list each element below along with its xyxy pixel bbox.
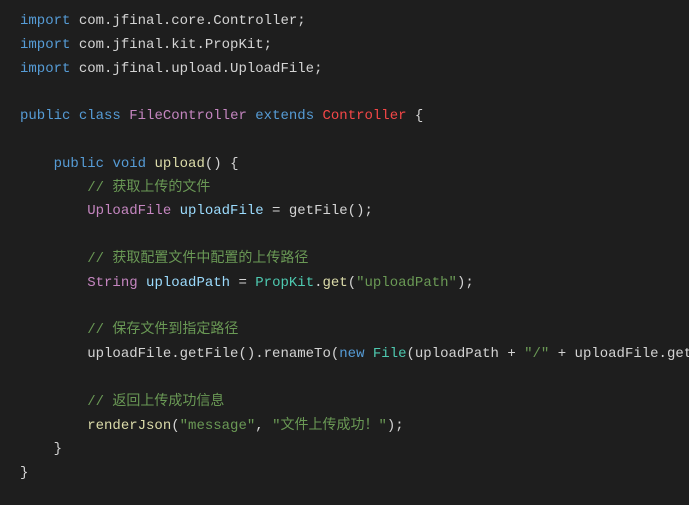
keyword-class: class [79, 108, 121, 124]
type-name: UploadFile [87, 203, 171, 219]
code-line-7: public void upload() { [20, 153, 669, 177]
paren-open: ( [171, 418, 179, 434]
class-ref: PropKit [255, 275, 314, 291]
indent [20, 275, 87, 291]
brace: { [407, 108, 424, 124]
comma: , [255, 418, 272, 434]
keyword-import: import [20, 13, 70, 29]
code-line-11: // 获取配置文件中配置的上传路径 [20, 248, 669, 272]
indent [20, 251, 87, 267]
code-line-2: import com.jfinal.kit.PropKit; [20, 34, 669, 58]
brace: } [54, 441, 62, 457]
code-line-9: UploadFile uploadFile = getFile(); [20, 200, 669, 224]
equals: = [230, 275, 255, 291]
code-line-14: // 保存文件到指定路径 [20, 319, 669, 343]
indent [20, 156, 54, 172]
keyword-new: new [339, 346, 364, 362]
blank-line [20, 129, 669, 153]
code-line-17: // 返回上传成功信息 [20, 391, 669, 415]
class-name: FileController [129, 108, 247, 124]
paren-close: ); [387, 418, 404, 434]
variable-name: uploadFile [180, 203, 264, 219]
indent [20, 322, 87, 338]
keyword-public: public [54, 156, 104, 172]
package-path: com.jfinal.core.Controller; [79, 13, 306, 29]
comment: // 获取上传的文件 [87, 180, 210, 196]
blank-line [20, 224, 669, 248]
comment: // 保存文件到指定路径 [87, 322, 238, 338]
paren-open: ( [348, 275, 356, 291]
method-name: upload [154, 156, 204, 172]
params: () { [205, 156, 239, 172]
code-line-5: public class FileController extends Cont… [20, 105, 669, 129]
keyword-import: import [20, 61, 70, 77]
string-literal: "/" [524, 346, 549, 362]
code-line-20: } [20, 462, 669, 486]
indent [20, 441, 54, 457]
superclass-name: Controller [323, 108, 407, 124]
paren-close: ); [457, 275, 474, 291]
keyword-import: import [20, 37, 70, 53]
blank-line [20, 81, 669, 105]
package-path: com.jfinal.upload.UploadFile; [79, 61, 323, 77]
code-editor: import com.jfinal.core.Controller; impor… [20, 10, 669, 486]
keyword-extends: extends [255, 108, 314, 124]
method-call: renderJson [87, 418, 171, 434]
string-literal: "uploadPath" [356, 275, 457, 291]
code-line-12: String uploadPath = PropKit.get("uploadP… [20, 272, 669, 296]
variable-name: uploadPath [146, 275, 230, 291]
method-call: get [323, 275, 348, 291]
brace: } [20, 465, 28, 481]
equals: = [264, 203, 289, 219]
blank-line [20, 367, 669, 391]
comment: // 返回上传成功信息 [87, 394, 224, 410]
indent [20, 346, 87, 362]
code-line-1: import com.jfinal.core.Controller; [20, 10, 669, 34]
paren-expr: (uploadPath + [407, 346, 525, 362]
indent [20, 203, 87, 219]
type-name: String [87, 275, 137, 291]
dot: . [314, 275, 322, 291]
expression: uploadFile.getFile().renameTo( [87, 346, 339, 362]
space [364, 346, 372, 362]
code-line-3: import com.jfinal.upload.UploadFile; [20, 58, 669, 82]
indent [20, 394, 87, 410]
string-literal: "message" [180, 418, 256, 434]
blank-line [20, 296, 669, 320]
keyword-public: public [20, 108, 70, 124]
code-line-8: // 获取上传的文件 [20, 177, 669, 201]
code-line-19: } [20, 438, 669, 462]
expression-tail: + uploadFile.getFileNa [549, 346, 689, 362]
indent [20, 180, 87, 196]
package-path: com.jfinal.kit.PropKit; [79, 37, 272, 53]
comment: // 获取配置文件中配置的上传路径 [87, 251, 308, 267]
indent [20, 418, 87, 434]
string-literal: "文件上传成功！" [272, 418, 387, 434]
code-line-15: uploadFile.getFile().renameTo(new File(u… [20, 343, 669, 367]
call: getFile(); [289, 203, 373, 219]
code-line-18: renderJson("message", "文件上传成功！"); [20, 415, 669, 439]
class-ref: File [373, 346, 407, 362]
keyword-void: void [112, 156, 146, 172]
